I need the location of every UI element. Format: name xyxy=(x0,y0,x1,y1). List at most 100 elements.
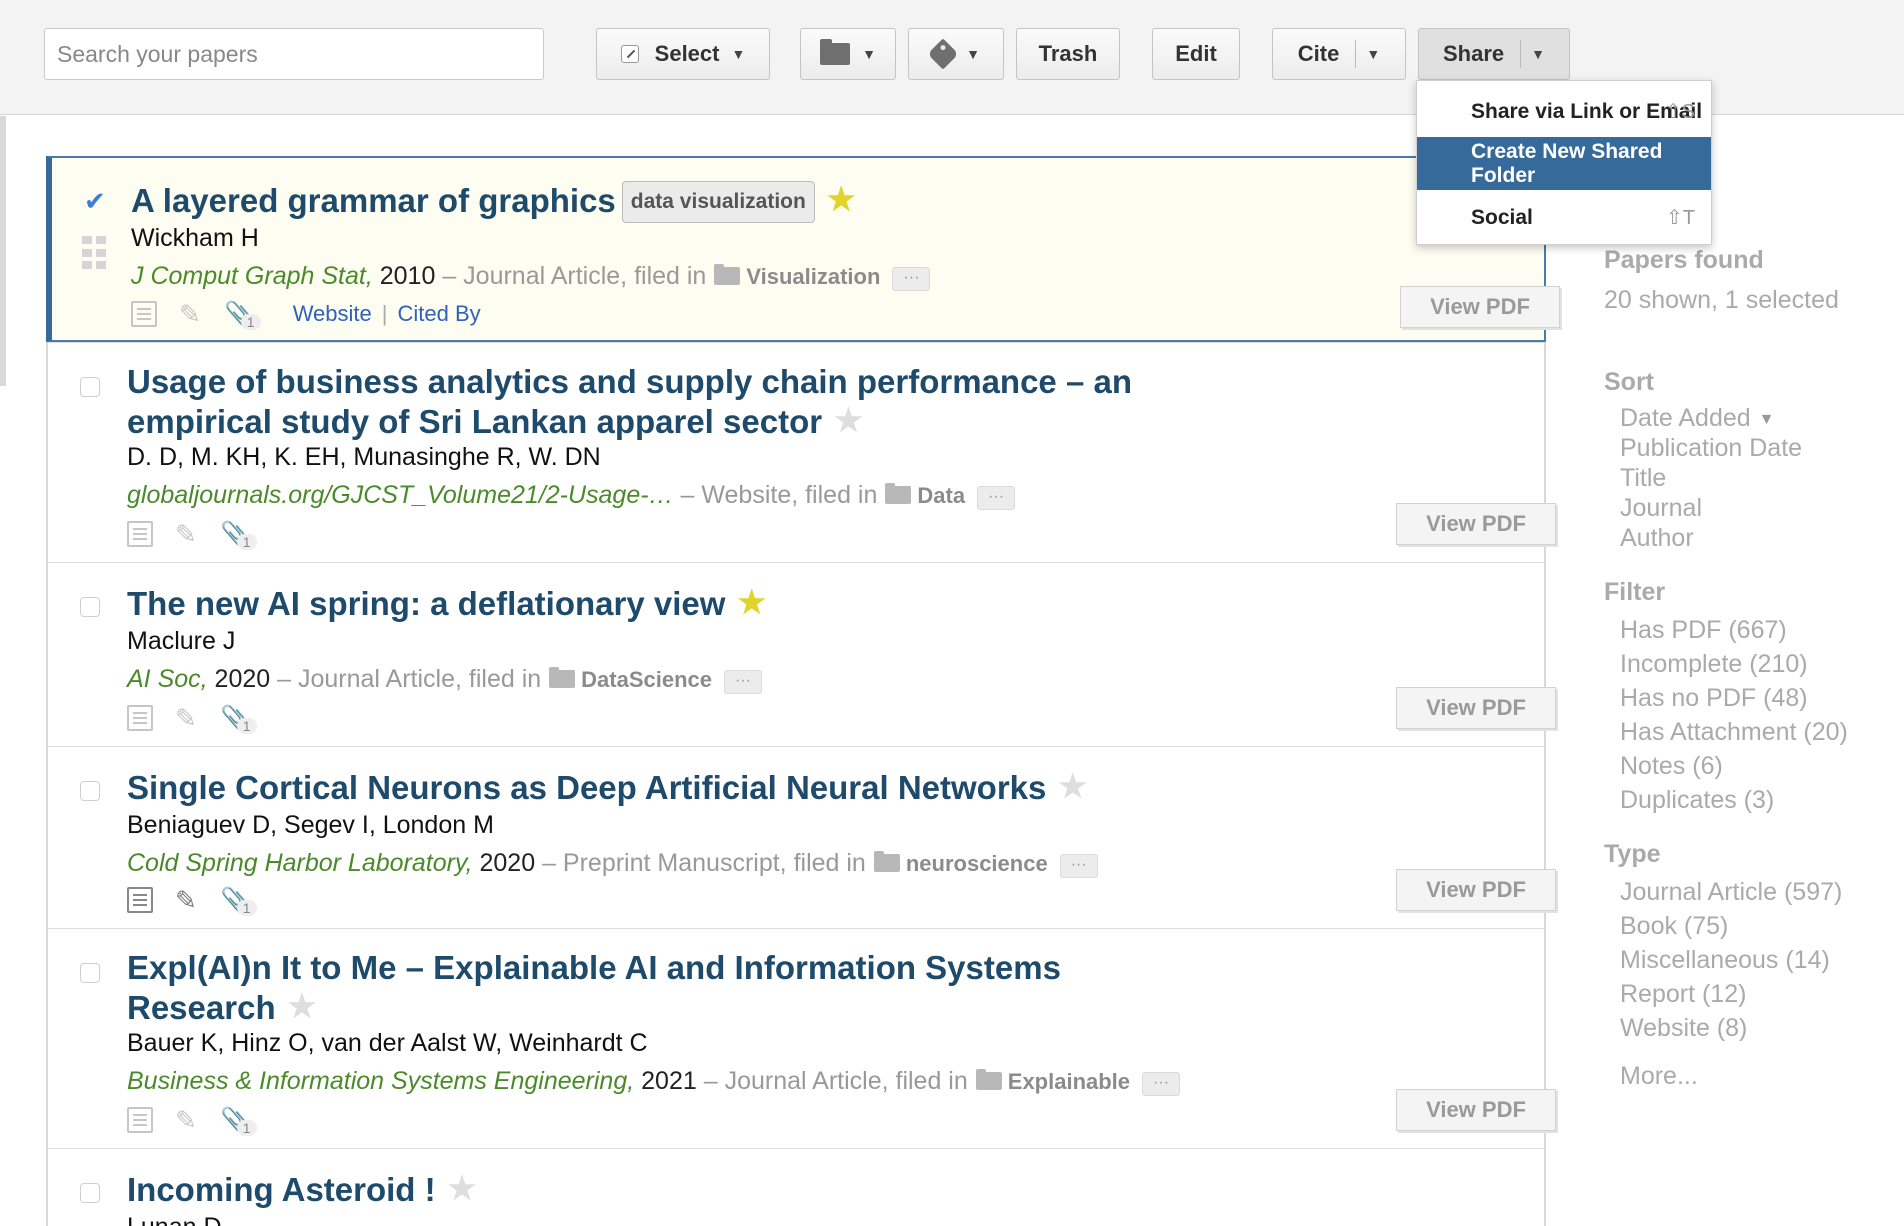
view-pdf-button[interactable]: View PDF xyxy=(1396,687,1556,729)
notes-icon[interactable] xyxy=(127,705,153,731)
notes-icon[interactable] xyxy=(127,1107,153,1133)
sort-title[interactable]: Title xyxy=(1620,464,1666,493)
paper-title[interactable]: Usage of business analytics and supply c… xyxy=(127,363,1132,441)
more-options-button[interactable]: ··· xyxy=(1142,1072,1181,1096)
menu-item-create-shared-folder[interactable]: Create New Shared Folder xyxy=(1417,137,1711,190)
star-icon[interactable]: ★ xyxy=(827,181,856,217)
view-pdf-button[interactable]: View PDF xyxy=(1396,869,1556,911)
row-checkbox[interactable] xyxy=(80,1183,100,1203)
paper-title[interactable]: A layered grammar of graphics data visual… xyxy=(131,180,856,223)
filter-has-pdf[interactable]: Has PDF (667) xyxy=(1620,616,1787,645)
search-input[interactable] xyxy=(44,28,544,80)
pencil-icon[interactable]: ✎ xyxy=(179,299,201,330)
scrollbar[interactable] xyxy=(0,116,6,386)
folder-name[interactable]: DataScience xyxy=(581,667,712,692)
sort-date-added[interactable]: Date Added ▼ xyxy=(1620,404,1775,433)
paper-title-text[interactable]: Research xyxy=(127,989,276,1026)
paperclip-icon[interactable]: 📎 1 xyxy=(221,1106,257,1136)
filter-notes[interactable]: Notes (6) xyxy=(1620,752,1723,781)
cited-by-link[interactable]: Cited By xyxy=(397,301,480,327)
paper-row[interactable]: A layered grammar of graphicsdata visual… xyxy=(46,156,1560,342)
row-checkbox[interactable] xyxy=(80,963,100,983)
sort-author[interactable]: Author xyxy=(1620,524,1694,553)
paper-row[interactable]: Single Cortical Neurons as Deep Artifici… xyxy=(46,746,1556,928)
select-button[interactable]: Select ▼ xyxy=(596,28,770,80)
filter-has-attachment[interactable]: Has Attachment (20) xyxy=(1620,718,1848,747)
filter-duplicates[interactable]: Duplicates (3) xyxy=(1620,786,1774,815)
menu-item-social[interactable]: Social ⇧T xyxy=(1417,191,1711,244)
paperclip-icon[interactable]: 📎 1 xyxy=(221,520,257,550)
paper-row[interactable]: Usage of business analytics and supply c… xyxy=(46,342,1556,562)
pencil-icon[interactable]: ✎ xyxy=(175,703,197,734)
paperclip-icon[interactable]: 📎 1 xyxy=(221,886,257,916)
pencil-icon[interactable]: ✎ xyxy=(175,1105,197,1136)
folder-name[interactable]: neuroscience xyxy=(906,851,1048,876)
paperclip-icon[interactable]: 📎 1 xyxy=(221,704,257,734)
website-link[interactable]: Website xyxy=(293,301,372,327)
paper-title[interactable]: Expl(AI)n It to Me – Explainable AI and … xyxy=(127,949,1061,1027)
paper-title[interactable]: The new AI spring: a deflationary view ★ xyxy=(127,583,766,623)
sort-label[interactable]: Date Added xyxy=(1620,404,1751,432)
folder-name[interactable]: Data xyxy=(917,483,965,508)
sort-publication-date[interactable]: Publication Date xyxy=(1620,434,1802,463)
paper-title-text[interactable]: Single Cortical Neurons as Deep Artifici… xyxy=(127,769,1046,806)
paper-title-text[interactable]: Incoming Asteroid ! xyxy=(127,1171,436,1208)
tag-button[interactable]: ▼ xyxy=(908,28,1004,80)
type-report[interactable]: Report (12) xyxy=(1620,980,1746,1009)
paper-title[interactable]: Incoming Asteroid ! ★ xyxy=(127,1169,476,1209)
folder-button[interactable]: ▼ xyxy=(800,28,896,80)
more-options-button[interactable]: ··· xyxy=(724,670,763,694)
paper-title-text[interactable]: A layered grammar of graphics xyxy=(131,182,616,219)
edit-button[interactable]: Edit xyxy=(1152,28,1240,80)
filter-incomplete[interactable]: Incomplete (210) xyxy=(1620,650,1808,679)
trash-button[interactable]: Trash xyxy=(1016,28,1120,80)
more-link[interactable]: More... xyxy=(1620,1062,1698,1091)
type-website[interactable]: Website (8) xyxy=(1620,1014,1747,1043)
paperclip-icon[interactable]: 📎 1 xyxy=(225,300,261,330)
star-icon[interactable]: ★ xyxy=(288,988,317,1024)
notes-icon[interactable] xyxy=(131,301,157,327)
more-options-button[interactable]: ··· xyxy=(1059,854,1098,878)
view-pdf-button[interactable]: View PDF xyxy=(1396,1089,1556,1131)
paper-row[interactable]: Expl(AI)n It to Me – Explainable AI and … xyxy=(46,928,1556,1148)
row-checkbox[interactable] xyxy=(80,377,100,397)
star-icon[interactable]: ★ xyxy=(1058,768,1087,804)
paper-title-line-2[interactable]: empirical study of Sri Lankan apparel se… xyxy=(127,401,1132,441)
pencil-icon[interactable]: ✎ xyxy=(175,519,197,550)
notes-icon[interactable] xyxy=(127,521,153,547)
row-checkbox[interactable] xyxy=(84,186,106,217)
share-button[interactable]: Share ▼ xyxy=(1418,28,1570,80)
paper-row[interactable]: The new AI spring: a deflationary view ★ … xyxy=(46,562,1556,746)
type-miscellaneous[interactable]: Miscellaneous (14) xyxy=(1620,946,1830,975)
star-icon[interactable]: ★ xyxy=(834,402,863,438)
type-book[interactable]: Book (75) xyxy=(1620,912,1728,941)
row-checkbox[interactable] xyxy=(80,781,100,801)
paper-title-line[interactable]: Usage of business analytics and supply c… xyxy=(127,363,1132,401)
sort-journal[interactable]: Journal xyxy=(1620,494,1702,523)
view-pdf-button[interactable]: View PDF xyxy=(1400,286,1560,328)
more-options-button[interactable]: ··· xyxy=(892,267,931,291)
paper-title-text[interactable]: The new AI spring: a deflationary view xyxy=(127,585,725,622)
more-options-button[interactable]: ··· xyxy=(977,486,1016,510)
folder-name[interactable]: Visualization xyxy=(746,264,880,289)
filter-has-no-pdf[interactable]: Has no PDF (48) xyxy=(1620,684,1808,713)
row-checkbox[interactable] xyxy=(80,597,100,617)
menu-item-share-link-email[interactable]: Share via Link or Email ⇧S xyxy=(1417,85,1711,138)
paper-row[interactable]: Incoming Asteroid ! ★ Lunan D xyxy=(46,1148,1546,1226)
paper-title-line[interactable]: Expl(AI)n It to Me – Explainable AI and … xyxy=(127,949,1061,987)
notes-icon[interactable] xyxy=(127,887,153,913)
chevron-down-icon[interactable]: ▼ xyxy=(1366,46,1380,62)
view-pdf-button[interactable]: View PDF xyxy=(1396,503,1556,545)
chevron-down-icon[interactable]: ▼ xyxy=(1531,46,1545,62)
tag-badge[interactable]: data visualization xyxy=(621,181,815,223)
pencil-icon[interactable]: ✎ xyxy=(175,885,197,916)
star-icon[interactable]: ★ xyxy=(737,584,766,620)
drag-handle-icon[interactable] xyxy=(82,236,106,270)
cite-button[interactable]: Cite ▼ xyxy=(1272,28,1406,80)
type-journal-article[interactable]: Journal Article (597) xyxy=(1620,878,1842,907)
paper-title-line-2[interactable]: Research ★ xyxy=(127,987,1061,1027)
star-icon[interactable]: ★ xyxy=(448,1170,477,1206)
paper-title[interactable]: Single Cortical Neurons as Deep Artifici… xyxy=(127,767,1087,807)
folder-name[interactable]: Explainable xyxy=(1008,1069,1130,1094)
paper-title-text[interactable]: empirical study of Sri Lankan apparel se… xyxy=(127,403,822,440)
